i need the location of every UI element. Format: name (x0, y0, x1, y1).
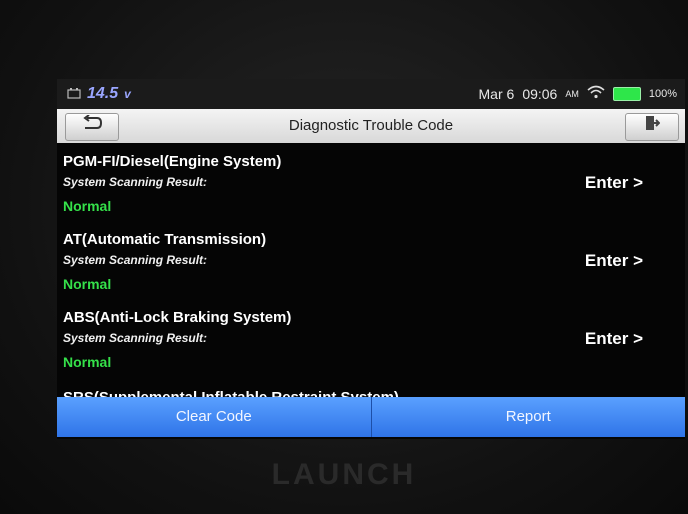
back-button[interactable] (65, 113, 119, 141)
system-name: PGM-FI/Diesel(Engine System) (63, 153, 282, 170)
scan-status: Normal (63, 354, 112, 370)
system-name: SRS(Supplemental Inflatable Restraint Sy… (63, 389, 399, 397)
battery-icon (612, 86, 641, 101)
voltage-reading: 14.5 (87, 85, 119, 102)
system-item-engine[interactable]: PGM-FI/Diesel(Engine System) System Scan… (57, 143, 685, 223)
exit-button[interactable] (625, 113, 679, 141)
exit-icon (644, 110, 661, 144)
car-battery-icon (67, 86, 81, 102)
scan-status: Normal (63, 198, 112, 214)
system-name: ABS(Anti-Lock Braking System) (63, 309, 292, 326)
scan-result-label: System Scanning Result: (63, 175, 208, 189)
system-name: AT(Automatic Transmission) (63, 231, 267, 248)
device-screen: 14.5 v Mar 6 09:06 AM 100% Diagnostic Tr… (57, 79, 685, 439)
voltage-unit: v (124, 87, 131, 101)
action-bar: Clear Code Report (57, 397, 685, 437)
status-bar: 14.5 v Mar 6 09:06 AM 100% (57, 79, 685, 109)
clear-code-button[interactable]: Clear Code (57, 397, 371, 437)
scan-result-label: System Scanning Result: (63, 331, 208, 345)
system-item-srs-partial[interactable]: SRS(Supplemental Inflatable Restraint Sy… (57, 379, 685, 397)
scan-result-label: System Scanning Result: (63, 253, 208, 267)
title-bar: Diagnostic Trouble Code (57, 109, 685, 143)
ampm-text: AM (565, 88, 579, 99)
page-title: Diagnostic Trouble Code (288, 117, 454, 134)
date-text: Mar 6 (478, 85, 515, 102)
device-brand-logo: LAUNCH (271, 458, 417, 491)
system-item-transmission[interactable]: AT(Automatic Transmission) System Scanni… (57, 221, 685, 301)
scan-status: Normal (63, 276, 112, 292)
back-arrow-icon (81, 110, 103, 144)
enter-button[interactable]: Enter > (585, 173, 643, 193)
time-text: 09:06 (522, 85, 558, 102)
system-list: PGM-FI/Diesel(Engine System) System Scan… (57, 143, 685, 397)
enter-button[interactable]: Enter > (585, 329, 643, 349)
enter-button[interactable]: Enter > (585, 251, 643, 271)
report-button[interactable]: Report (370, 397, 685, 437)
system-item-abs[interactable]: ABS(Anti-Lock Braking System) System Sca… (57, 299, 685, 379)
wifi-icon (587, 85, 605, 102)
battery-percent: 100% (648, 87, 677, 100)
